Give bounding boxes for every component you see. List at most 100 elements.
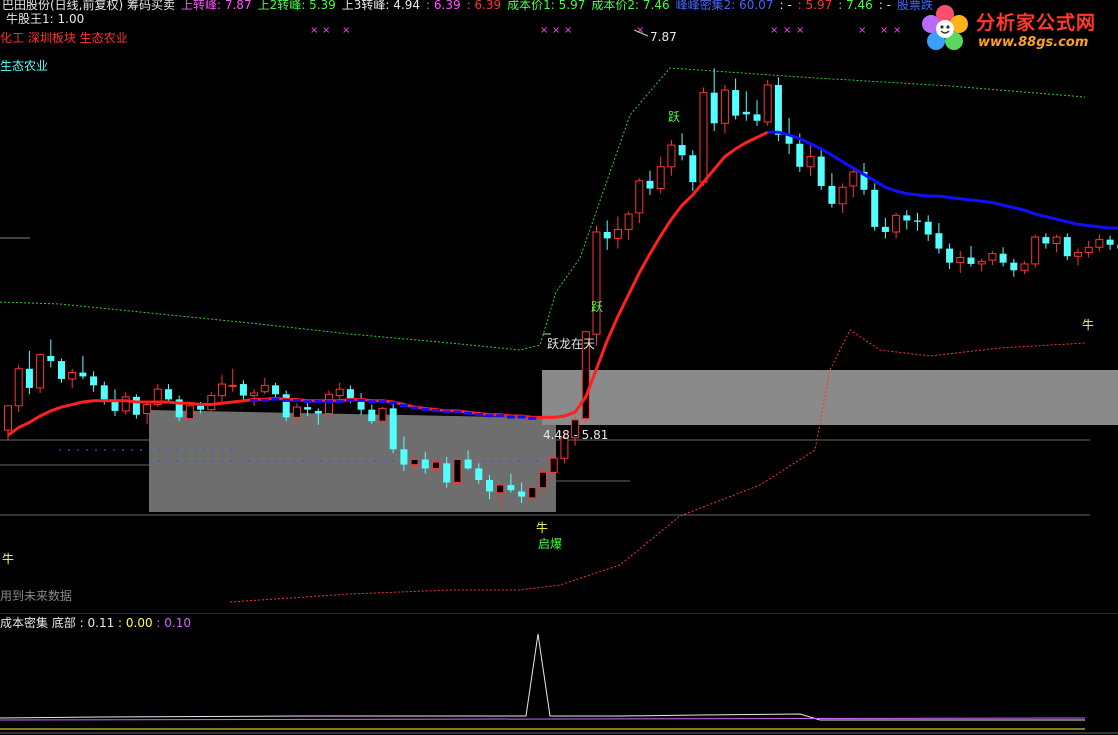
candle-body-up bbox=[36, 354, 45, 389]
candle-body-down bbox=[518, 491, 526, 497]
candle-body-down bbox=[689, 155, 697, 183]
cross-marker: × bbox=[342, 25, 350, 36]
blue-dot bbox=[185, 449, 187, 451]
blue-dot bbox=[194, 460, 196, 462]
upper-band-dotted bbox=[0, 67, 1086, 351]
blue-dot bbox=[374, 460, 376, 462]
blue-dot bbox=[293, 460, 295, 462]
candle-body-down bbox=[486, 479, 493, 492]
blue-dot bbox=[527, 460, 529, 462]
site-logo[interactable]: 分析家公式网 www.88gs.com bbox=[918, 2, 1116, 56]
blue-dot bbox=[392, 460, 394, 462]
candle-body-up bbox=[260, 384, 269, 393]
candle-body-down bbox=[1063, 237, 1071, 257]
cost-density-box bbox=[149, 410, 556, 512]
candle-body-up bbox=[143, 404, 152, 414]
candle-body-down bbox=[817, 156, 825, 186]
candle-body-up bbox=[453, 459, 462, 484]
candle-body-up bbox=[806, 156, 815, 168]
candle-body-down bbox=[389, 408, 397, 450]
blue-dot bbox=[383, 460, 385, 462]
candle-body-up bbox=[1074, 251, 1082, 257]
blue-dot bbox=[230, 460, 232, 462]
cross-marker: × bbox=[858, 25, 866, 36]
header-item-8: 峰峰密集2: 60.07 bbox=[675, 0, 774, 12]
candle-body-down bbox=[828, 185, 836, 204]
annotation-niu_end: 牛 bbox=[1082, 317, 1094, 332]
header-item-1: 上转峰: 7.87 bbox=[181, 0, 252, 12]
candle-body-down bbox=[1042, 237, 1050, 244]
header-item-11: : 7.46 bbox=[838, 0, 873, 12]
sector-label: 化工 深圳板块 生态农业 bbox=[0, 31, 128, 45]
candle-body-down bbox=[999, 253, 1007, 263]
blue-dot bbox=[347, 460, 349, 462]
blue-dot bbox=[59, 449, 61, 451]
sub-value-2: : 0.10 bbox=[152, 616, 191, 630]
candle-body-down bbox=[710, 92, 718, 124]
logo-url[interactable]: www.88gs.com bbox=[978, 35, 1088, 50]
candle-body-up bbox=[539, 471, 547, 489]
candle-body-down bbox=[165, 389, 172, 400]
candle-body-down bbox=[346, 389, 354, 399]
blue-dot bbox=[131, 449, 133, 451]
blue-dot bbox=[185, 460, 187, 462]
blue-dot bbox=[167, 449, 169, 451]
blue-dot bbox=[86, 449, 88, 451]
candle-body-up bbox=[592, 231, 601, 335]
blue-dot bbox=[248, 460, 250, 462]
candle-body-down bbox=[304, 407, 312, 410]
header-item-10: : 5.97 bbox=[797, 0, 833, 12]
blue-dot bbox=[338, 460, 340, 462]
candle-body-down bbox=[1010, 262, 1018, 271]
cross-marker: × bbox=[783, 25, 791, 36]
blue-dot bbox=[158, 449, 160, 451]
candle-body-up bbox=[325, 393, 333, 414]
annotation-qibao: 启爆 bbox=[538, 537, 562, 551]
indicator-line-white bbox=[0, 633, 1085, 721]
header-item-6: 成本价1: 5.97 bbox=[507, 0, 586, 12]
header-item-4: : 6.39 bbox=[426, 0, 461, 12]
candle-body-down bbox=[464, 459, 472, 469]
blue-dot bbox=[266, 460, 268, 462]
blue-dot bbox=[203, 449, 205, 451]
cross-marker: × bbox=[564, 25, 572, 36]
candle-body-up bbox=[1084, 246, 1093, 253]
candle-body-down bbox=[914, 220, 921, 222]
candle-body-up bbox=[335, 388, 344, 397]
candle-body-up bbox=[218, 383, 226, 397]
candle-body-up bbox=[4, 405, 12, 431]
candle-body-up bbox=[292, 406, 301, 418]
blue-dot bbox=[149, 460, 151, 462]
cross-marker: × bbox=[770, 25, 778, 36]
candle-body-up bbox=[635, 180, 644, 214]
candle-body-up bbox=[624, 213, 633, 230]
blue-dot bbox=[176, 449, 178, 451]
blue-dot bbox=[158, 460, 160, 462]
candle-body-up bbox=[432, 461, 440, 469]
blue-dot bbox=[68, 449, 70, 451]
candle-body-down bbox=[732, 90, 740, 116]
candle-body-down bbox=[58, 361, 65, 379]
niu-gu-wang-label: 牛股王1: 1.00 bbox=[6, 12, 85, 26]
blue-dot bbox=[203, 460, 205, 462]
header-item-3: 上3转峰: 4.94 bbox=[341, 0, 421, 12]
blue-dot bbox=[140, 449, 142, 451]
blue-dot bbox=[149, 449, 151, 451]
candle-body-down bbox=[871, 189, 879, 227]
candle-body-up bbox=[549, 457, 558, 473]
candle-body-up bbox=[68, 372, 77, 380]
sub-value-1: : 0.00 bbox=[114, 616, 153, 630]
annotation-yue2: 跃 bbox=[591, 300, 603, 314]
blue-dot bbox=[473, 460, 475, 462]
candle-body-down bbox=[924, 221, 932, 235]
blue-dot bbox=[491, 460, 493, 462]
flower-icon bbox=[922, 5, 968, 50]
candle-body-down bbox=[603, 231, 611, 239]
blue-dot bbox=[104, 449, 106, 451]
blue-dot bbox=[482, 460, 484, 462]
candle-body-up bbox=[956, 257, 965, 264]
blue-dot bbox=[329, 460, 331, 462]
candle-body-down bbox=[881, 226, 889, 232]
candle-body-down bbox=[935, 233, 943, 249]
candle-body-up bbox=[1031, 236, 1040, 265]
